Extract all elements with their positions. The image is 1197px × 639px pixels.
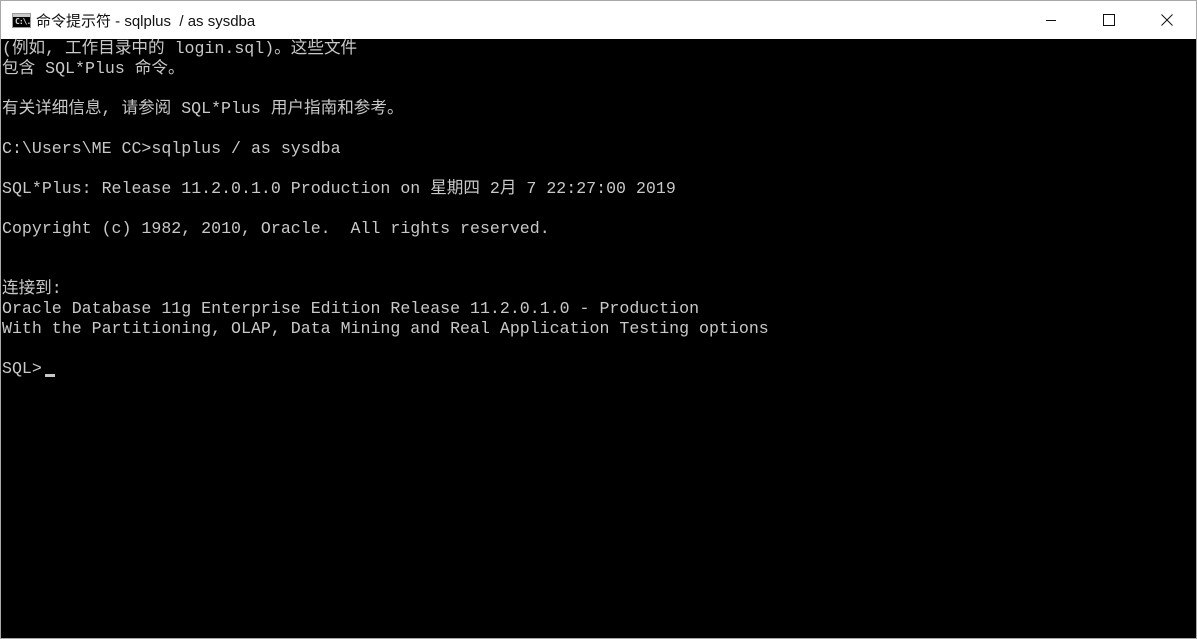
window-title: 命令提示符 - sqlplus / as sysdba	[36, 12, 256, 30]
minimize-button[interactable]	[1022, 1, 1080, 39]
close-button[interactable]	[1138, 1, 1196, 39]
window-controls	[1022, 1, 1196, 39]
console-line: SQL*Plus: Release 11.2.0.1.0 Production …	[2, 179, 676, 198]
cmd-icon-glyph: C:\.	[15, 16, 31, 26]
console-line: 包含 SQL*Plus 命令。	[2, 59, 185, 78]
close-icon	[1161, 14, 1173, 26]
cmd-window: C:\. 命令提示符 - sqlplus / as sysdba (例如, 工作…	[0, 0, 1197, 639]
title-bar[interactable]: C:\. 命令提示符 - sqlplus / as sysdba	[1, 1, 1196, 39]
console-line: C:\Users\ME CC>sqlplus / as sysdba	[2, 139, 341, 158]
console-line: Oracle Database 11g Enterprise Edition R…	[2, 299, 700, 318]
console-line: Copyright (c) 1982, 2010, Oracle. All ri…	[2, 219, 550, 238]
console-line: (例如, 工作目录中的 login.sql)。这些文件	[2, 39, 358, 58]
console-line: 连接到:	[2, 279, 62, 298]
console-line: 有关详细信息, 请参阅 SQL*Plus 用户指南和参考。	[2, 99, 404, 118]
sql-prompt-line[interactable]: SQL>	[2, 359, 1196, 379]
console-output[interactable]: (例如, 工作目录中的 login.sql)。这些文件 包含 SQL*Plus …	[1, 39, 1196, 638]
minimize-icon	[1046, 20, 1056, 21]
maximize-button[interactable]	[1080, 1, 1138, 39]
cmd-icon[interactable]: C:\.	[12, 12, 31, 28]
text-cursor	[44, 374, 55, 377]
maximize-icon	[1103, 14, 1115, 26]
sql-prompt: SQL>	[2, 359, 42, 378]
console-line: With the Partitioning, OLAP, Data Mining…	[2, 319, 769, 338]
